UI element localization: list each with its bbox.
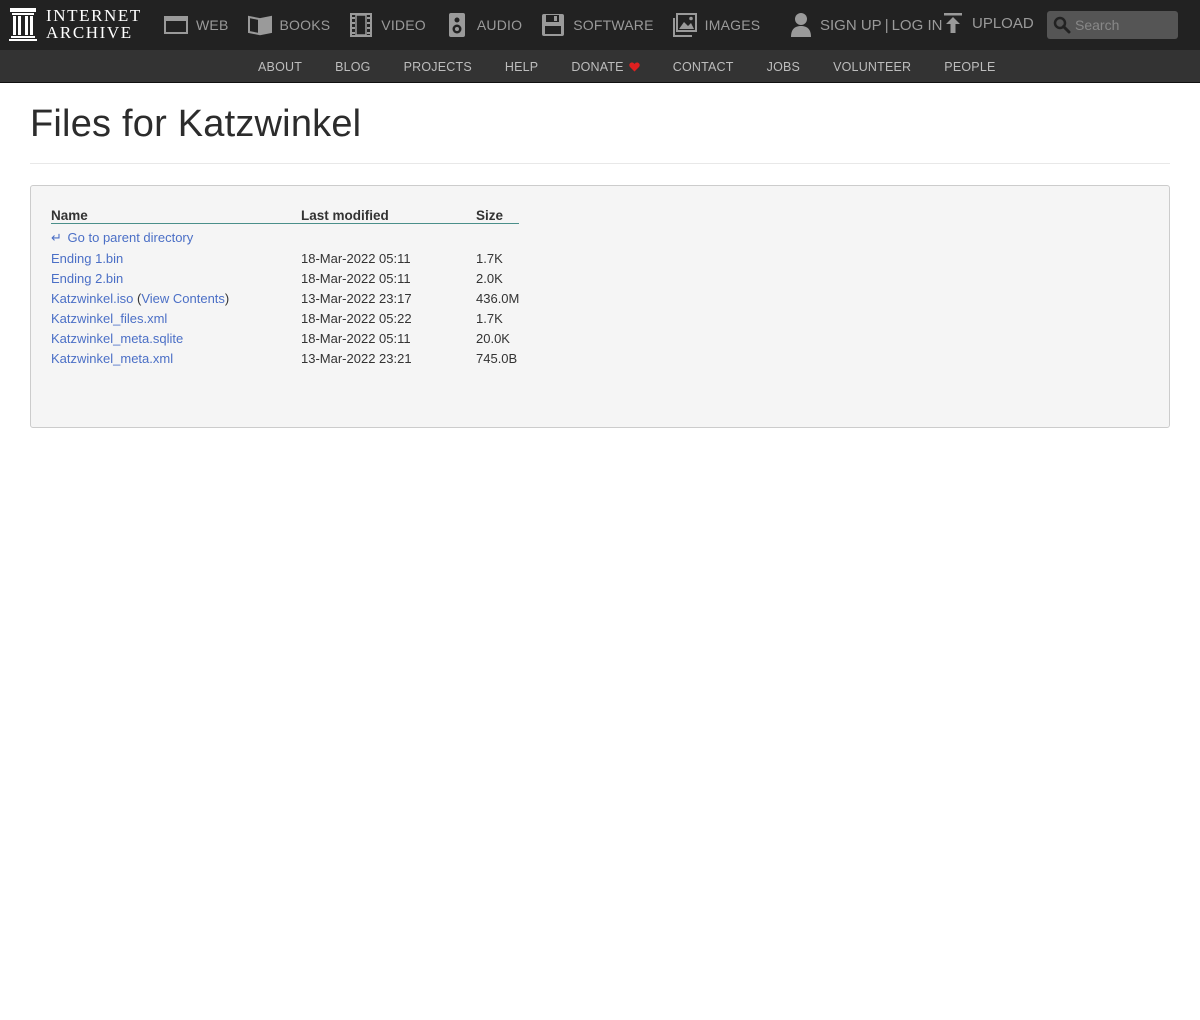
book-icon — [247, 15, 272, 36]
nav-web-label: WEB — [196, 17, 229, 33]
subnav-people[interactable]: PEOPLE — [944, 60, 995, 74]
login-link[interactable]: LOG IN — [892, 17, 943, 34]
subnav-projects[interactable]: PROJECTS — [404, 60, 472, 74]
top-bar: INTERNET ARCHIVE WEB BOOKS VIDEO AUDIO S… — [0, 0, 1200, 50]
web-icon — [164, 16, 188, 34]
subnav-donate[interactable]: DONATE — [571, 59, 640, 74]
view-contents-close: ) — [224, 290, 230, 306]
nav-video[interactable]: VIDEO — [348, 12, 426, 38]
view-contents-link[interactable]: View Contents — [141, 291, 225, 306]
subnav-about[interactable]: ABOUT — [258, 60, 302, 74]
file-link[interactable]: Katzwinkel.iso — [51, 291, 133, 306]
header-modified: Last modified — [301, 205, 476, 224]
file-modified: 18-Mar-2022 05:11 — [301, 330, 411, 346]
header-size: Size — [476, 205, 520, 224]
logo-line1: INTERNET — [46, 6, 142, 25]
subnav-volunteer[interactable]: VOLUNTEER — [833, 60, 911, 74]
subnav-contact[interactable]: CONTACT — [673, 60, 734, 74]
file-size: 2.0K — [476, 270, 503, 286]
page-title: Files for Katzwinkel — [30, 103, 1170, 164]
search-input[interactable] — [1075, 17, 1175, 33]
file-table: Name Last modified Size ↵ Go to parent d… — [51, 205, 520, 368]
file-link[interactable]: Ending 2.bin — [51, 271, 123, 286]
subnav-help[interactable]: HELP — [505, 60, 538, 74]
nav-software-label: SOFTWARE — [573, 17, 654, 33]
nav-web[interactable]: WEB — [163, 12, 229, 38]
user-area: SIGN UP | LOG IN — [790, 0, 942, 50]
subnav-jobs[interactable]: JOBS — [767, 60, 800, 74]
file-link[interactable]: Ending 1.bin — [51, 251, 123, 266]
nav-images-label: IMAGES — [704, 17, 761, 33]
film-icon — [350, 13, 373, 37]
table-row: Ending 2.bin 18-Mar-2022 05:11 2.0K — [51, 268, 519, 288]
nav-books-label: BOOKS — [279, 17, 331, 33]
parent-row: ↵ Go to parent directory — [51, 223, 519, 248]
file-modified: 13-Mar-2022 23:17 — [301, 290, 412, 306]
upload-icon — [944, 13, 962, 33]
logo-line2: ARCHIVE — [46, 23, 133, 42]
file-modified: 18-Mar-2022 05:22 — [301, 310, 412, 326]
header-name: Name — [51, 205, 301, 224]
heart-icon — [629, 62, 640, 71]
file-link[interactable]: Katzwinkel_files.xml — [51, 311, 167, 326]
subnav-donate-label: DONATE — [571, 59, 624, 74]
file-size: 1.7K — [476, 310, 503, 326]
file-modified: 13-Mar-2022 23:21 — [301, 350, 412, 366]
file-link[interactable]: Katzwinkel_meta.sqlite — [51, 331, 183, 346]
table-row: Katzwinkel_files.xml 18-Mar-2022 05:22 1… — [51, 308, 519, 328]
media-nav: WEB BOOKS VIDEO AUDIO SOFTWARE IMAGES — [163, 0, 778, 50]
file-size: 1.7K — [476, 250, 503, 266]
parent-directory-link[interactable]: ↵ Go to parent directory — [51, 230, 193, 245]
sub-nav: ABOUT BLOG PROJECTS HELP DONATE CONTACT … — [0, 50, 1200, 83]
logo-text: INTERNET ARCHIVE — [46, 7, 142, 41]
file-size: 20.0K — [476, 330, 510, 346]
file-modified: 18-Mar-2022 05:11 — [301, 270, 411, 286]
site-logo[interactable]: INTERNET ARCHIVE — [9, 7, 142, 41]
table-row: Katzwinkel.iso (View Contents) 13-Mar-20… — [51, 288, 519, 308]
file-listing-panel: Name Last modified Size ↵ Go to parent d… — [30, 185, 1170, 428]
user-separator: | — [884, 16, 889, 34]
nav-audio[interactable]: AUDIO — [444, 12, 522, 38]
main-content: Files for Katzwinkel Name Last modified … — [0, 103, 1200, 428]
nav-images[interactable]: IMAGES — [672, 12, 761, 38]
table-row: Katzwinkel_meta.xml 13-Mar-2022 23:21 74… — [51, 348, 519, 368]
user-icon — [791, 13, 811, 37]
nav-audio-label: AUDIO — [476, 17, 523, 33]
subnav-blog[interactable]: BLOG — [335, 60, 371, 74]
search-icon[interactable] — [1053, 16, 1071, 34]
parent-directory-label: Go to parent directory — [67, 230, 194, 246]
nav-software[interactable]: SOFTWARE — [540, 12, 653, 38]
signup-link[interactable]: SIGN UP — [820, 17, 882, 34]
file-size: 436.0M — [476, 290, 520, 306]
nav-video-label: VIDEO — [381, 17, 426, 33]
search-box — [1047, 11, 1178, 39]
floppy-icon — [542, 14, 565, 36]
file-modified: 18-Mar-2022 05:11 — [301, 250, 411, 266]
speaker-icon — [448, 13, 465, 37]
return-arrow-icon: ↵ — [51, 230, 62, 246]
upload-button[interactable]: UPLOAD — [943, 0, 1034, 46]
table-row: Ending 1.bin 18-Mar-2022 05:11 1.7K — [51, 248, 519, 268]
table-row: Katzwinkel_meta.sqlite 18-Mar-2022 05:11… — [51, 328, 519, 348]
archive-building-icon — [9, 8, 37, 41]
nav-books[interactable]: BOOKS — [247, 12, 331, 38]
image-icon — [672, 13, 697, 37]
file-link[interactable]: Katzwinkel_meta.xml — [51, 351, 173, 366]
table-header-row: Name Last modified Size — [51, 205, 520, 224]
upload-label: UPLOAD — [972, 14, 1034, 32]
file-size: 745.0B — [476, 350, 518, 366]
